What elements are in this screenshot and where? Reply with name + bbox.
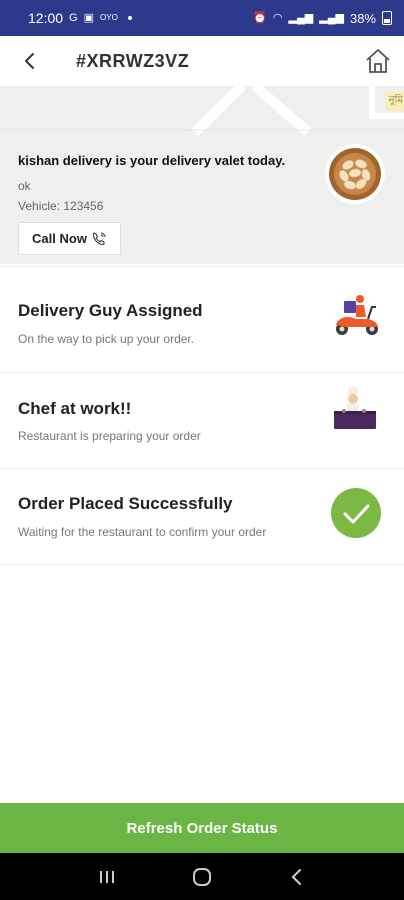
home-circle-icon (192, 867, 211, 886)
list-divider (0, 564, 404, 565)
teams-icon: ▣ (83, 11, 95, 24)
phone-icon (92, 231, 106, 245)
status-item-chef-at-work: Chef at work!! Restaurant is preparing y… (0, 372, 404, 468)
recent-apps-icon (100, 870, 115, 883)
battery-icon (382, 11, 392, 25)
status-bar: 12:00 G ▣ OYO ⏰ ◠ ▂▄▆ ▂▄▆ 38% (0, 0, 404, 36)
status-item-order-placed: Order Placed Successfully Waiting for th… (0, 468, 404, 564)
battery-percent: 38% (349, 10, 376, 26)
status-item-delivery-assigned: Delivery Guy Assigned On the way to pick… (0, 266, 404, 372)
back-button[interactable] (0, 36, 60, 86)
status-subtitle: On the way to pick up your order. (18, 332, 195, 346)
status-subtitle: Waiting for the restaurant to confirm yo… (18, 525, 267, 539)
back-nav-button[interactable] (277, 857, 317, 897)
signal-icon: ▂▄▆ (288, 11, 314, 24)
status-title: Chef at work!! (18, 399, 132, 418)
status-subtitle: Restaurant is preparing your order (18, 429, 201, 443)
signal-2-icon: ▂▄▆ (319, 11, 344, 24)
check-circle-icon (331, 488, 381, 538)
home-icon (366, 49, 390, 73)
app-header: #XRRWZ3VZ (0, 36, 404, 86)
scooter-icon (336, 295, 378, 335)
food-bowl-image (325, 144, 385, 204)
status-time: 12:00 (28, 10, 64, 26)
status-title: Order Placed Successfully (18, 494, 233, 513)
chef-icon (334, 387, 376, 429)
call-now-button[interactable]: Call Now (18, 222, 121, 255)
valet-title: kishan delivery is your delivery valet t… (18, 153, 286, 168)
oyo-icon: OYO (100, 13, 118, 22)
notification-dot-icon (127, 16, 132, 20)
home-nav-button[interactable] (182, 857, 222, 897)
call-now-label: Call Now (32, 231, 87, 246)
map-place-label: নুমি (385, 92, 404, 111)
valet-note: ok (18, 179, 31, 193)
wifi-icon: ◠ (272, 11, 283, 24)
arrow-left-icon (25, 53, 34, 69)
back-chevron-icon (291, 868, 301, 885)
order-id-title: #XRRWZ3VZ (76, 50, 190, 71)
valet-vehicle: Vehicle: 123456 (18, 199, 104, 213)
alarm-icon: ⏰ (253, 11, 267, 24)
home-button[interactable] (352, 36, 404, 86)
system-nav-bar (0, 853, 404, 900)
recent-apps-button[interactable] (87, 857, 127, 897)
refresh-order-status-button[interactable]: Refresh Order Status (0, 803, 404, 853)
status-title: Delivery Guy Assigned (18, 301, 203, 320)
google-icon: G (69, 11, 78, 24)
